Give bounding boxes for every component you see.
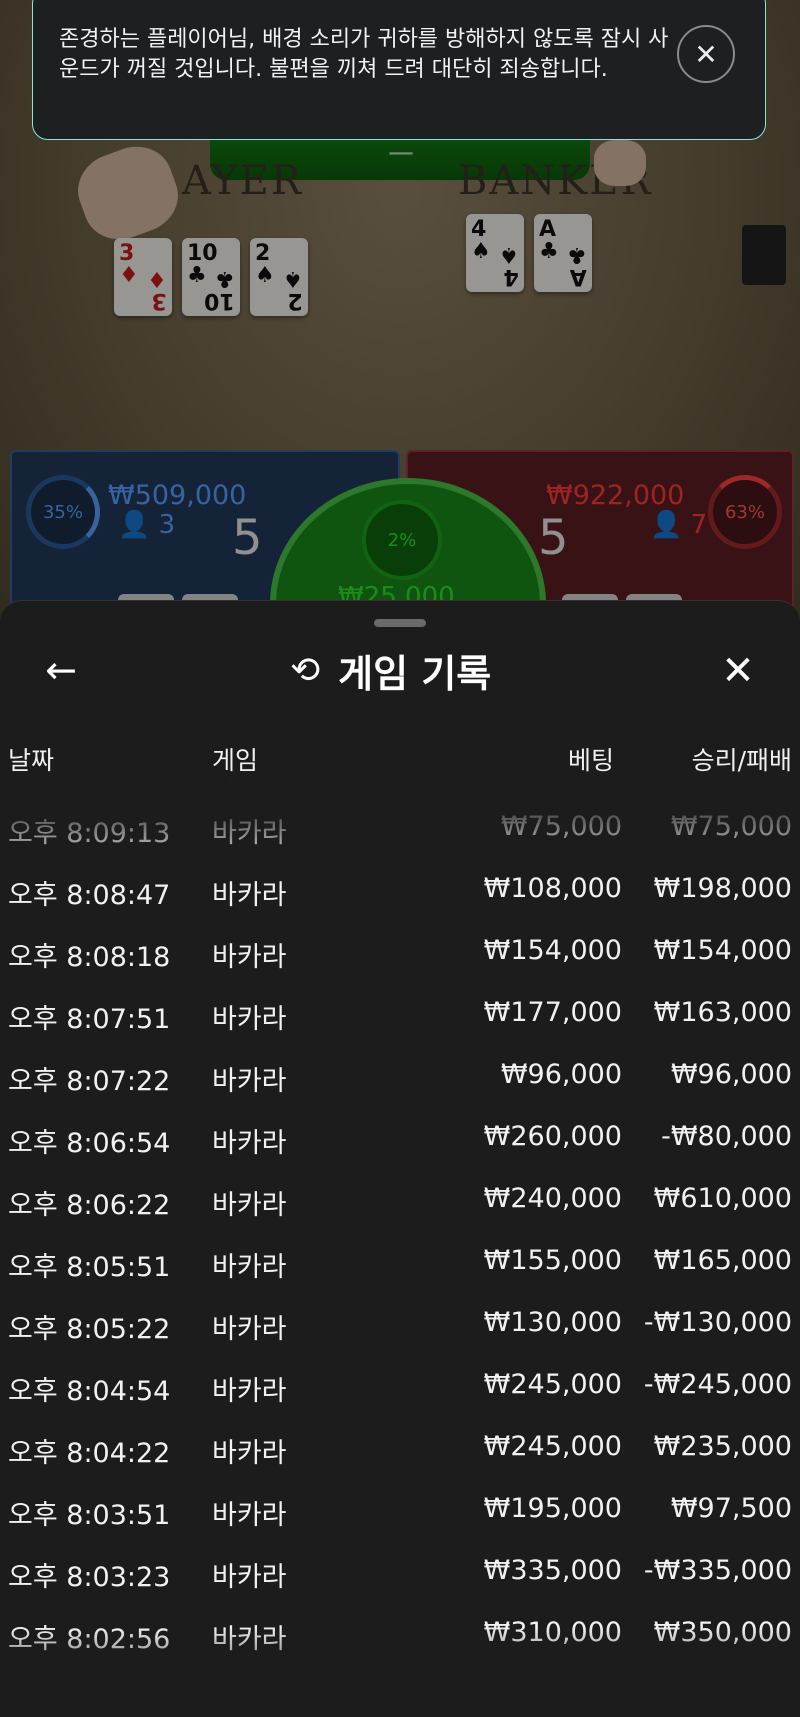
close-icon: ✕ [721, 648, 755, 694]
history-row: 오후 8:09:13 바카라 ₩75,000 ₩75,000 [0, 797, 800, 859]
row-game: 바카라 [212, 1624, 287, 1655]
row-date: 오후 8:06:54 [8, 1128, 171, 1159]
row-game: 바카라 [212, 1066, 287, 1097]
history-row: 오후 8:04:54 바카라 ₩245,000 -₩245,000 [0, 1355, 800, 1417]
history-row: 오후 8:06:54 바카라 ₩260,000 -₩80,000 [0, 1107, 800, 1169]
row-bet: ₩75,000 [500, 811, 622, 842]
history-row: 오후 8:02:56 바카라 ₩310,000 ₩350,000 [0, 1603, 800, 1665]
row-date: 오후 8:03:23 [8, 1562, 171, 1593]
history-table[interactable]: 오후 8:09:42 바카라 ₩31,000 ₩31,000 오후 8:09:13 바카라… [0, 779, 800, 1717]
row-date: 오후 8:08:18 [8, 942, 171, 973]
row-date: 오후 8:04:22 [8, 1438, 171, 1469]
row-result: -₩130,000 [643, 1307, 792, 1338]
toast-message: 존경하는 플레이어님, 배경 소리가 귀하를 방해하지 않도록 잠시 사운드가 … [59, 27, 669, 82]
history-row: 오후 8:08:18 바카라 ₩154,000 ₩154,000 [0, 921, 800, 983]
row-game: 바카라 [212, 1438, 287, 1469]
row-game: 바카라 [212, 1562, 287, 1593]
row-game: 바카라 [212, 1500, 287, 1531]
row-date: 오후 8:09:42 [8, 779, 170, 788]
row-bet: ₩245,000 [483, 1369, 622, 1400]
history-row: 오후 8:06:22 바카라 ₩240,000 ₩610,000 [0, 1169, 800, 1231]
row-bet: ₩108,000 [483, 873, 622, 904]
row-date: 오후 8:04:54 [8, 1376, 171, 1407]
toast-close-button[interactable]: ✕ [677, 25, 735, 83]
column-header-game: 게임 [212, 746, 259, 775]
row-result: ₩198,000 [653, 873, 792, 904]
row-result: -₩80,000 [661, 1121, 792, 1152]
back-button[interactable]: ← [36, 645, 86, 695]
row-game: 바카라 [212, 1314, 287, 1345]
history-row: 오후 8:09:42 바카라 ₩31,000 ₩31,000 [0, 779, 800, 797]
history-row: 오후 8:07:51 바카라 ₩177,000 ₩163,000 [0, 983, 800, 1045]
history-row: 오후 8:05:22 바카라 ₩130,000 -₩130,000 [0, 1293, 800, 1355]
row-game: 바카라 [212, 880, 287, 911]
close-button[interactable]: ✕ [712, 645, 764, 697]
sheet-title: ⟲ 게임 기록 [290, 643, 491, 698]
column-header-bet: 베팅 [567, 746, 614, 775]
row-date: 오후 8:03:51 [8, 1500, 171, 1531]
row-game: 바카라 [212, 1252, 287, 1283]
row-bet: ₩335,000 [483, 1555, 622, 1586]
history-row: 오후 8:03:23 바카라 ₩335,000 -₩335,000 [0, 1541, 800, 1603]
row-result: ₩154,000 [653, 935, 792, 966]
row-game: 바카라 [212, 1190, 287, 1221]
history-row: 오후 8:04:22 바카라 ₩245,000 ₩235,000 [0, 1417, 800, 1479]
row-date: 오후 8:02:56 [8, 1624, 171, 1655]
row-bet: ₩195,000 [483, 1493, 622, 1524]
row-game: 바카라 [212, 942, 287, 973]
column-header-date: 날짜 [8, 746, 55, 775]
row-result: ₩96,000 [670, 1059, 792, 1090]
row-date: 오후 8:05:22 [8, 1314, 171, 1345]
row-result: ₩235,000 [653, 1431, 792, 1462]
history-row: 오후 8:07:22 바카라 ₩96,000 ₩96,000 [0, 1045, 800, 1107]
row-date: 오후 8:05:51 [8, 1252, 171, 1283]
row-result: -₩335,000 [643, 1555, 792, 1586]
row-game: 바카라 [212, 818, 287, 849]
history-row: 오후 8:08:47 바카라 ₩108,000 ₩198,000 [0, 859, 800, 921]
row-result: ₩350,000 [653, 1617, 792, 1648]
row-bet: ₩155,000 [483, 1245, 622, 1276]
row-bet: ₩310,000 [483, 1617, 622, 1648]
row-result: ₩610,000 [653, 1183, 792, 1214]
row-bet: ₩260,000 [483, 1121, 622, 1152]
row-result: ₩31,000 [671, 779, 792, 780]
row-date: 오후 8:09:13 [8, 818, 171, 849]
row-date: 오후 8:08:47 [8, 880, 171, 911]
row-game: 바카라 [212, 779, 287, 788]
row-game: 바카라 [212, 1004, 287, 1035]
row-bet: ₩240,000 [483, 1183, 622, 1214]
sheet-drag-handle[interactable] [374, 619, 426, 627]
row-game: 바카라 [212, 1128, 287, 1159]
row-result: ₩75,000 [670, 811, 792, 842]
sound-notice-toast: 존경하는 플레이어님, 배경 소리가 귀하를 방해하지 않도록 잠시 사운드가 … [32, 0, 766, 140]
row-bet: ₩130,000 [483, 1307, 622, 1338]
row-game: 바카라 [212, 1376, 287, 1407]
row-date: 오후 8:07:51 [8, 1004, 171, 1035]
row-date: 오후 8:06:22 [8, 1190, 171, 1221]
history-row: 오후 8:03:51 바카라 ₩195,000 ₩97,500 [0, 1479, 800, 1541]
row-result: ₩163,000 [653, 997, 792, 1028]
column-header-result: 승리/패배 [691, 746, 792, 775]
game-history-sheet: ← ⟲ 게임 기록 ✕ 날짜 게임 베팅 승리/패배 오후 8:09:42 바카라… [0, 600, 800, 1717]
row-bet: ₩177,000 [483, 997, 622, 1028]
row-result: -₩245,000 [643, 1369, 792, 1400]
row-bet: ₩31,000 [501, 779, 622, 780]
row-bet: ₩245,000 [483, 1431, 622, 1462]
arrow-left-icon: ← [45, 648, 77, 692]
row-bet: ₩154,000 [483, 935, 622, 966]
sheet-title-text: 게임 기록 [338, 652, 492, 696]
history-icon: ⟲ [290, 650, 321, 691]
row-bet: ₩96,000 [500, 1059, 622, 1090]
history-row: 오후 8:05:51 바카라 ₩155,000 ₩165,000 [0, 1231, 800, 1293]
row-result: ₩97,500 [670, 1493, 792, 1524]
close-icon: ✕ [694, 37, 718, 71]
row-result: ₩165,000 [653, 1245, 792, 1276]
row-date: 오후 8:07:22 [8, 1066, 171, 1097]
